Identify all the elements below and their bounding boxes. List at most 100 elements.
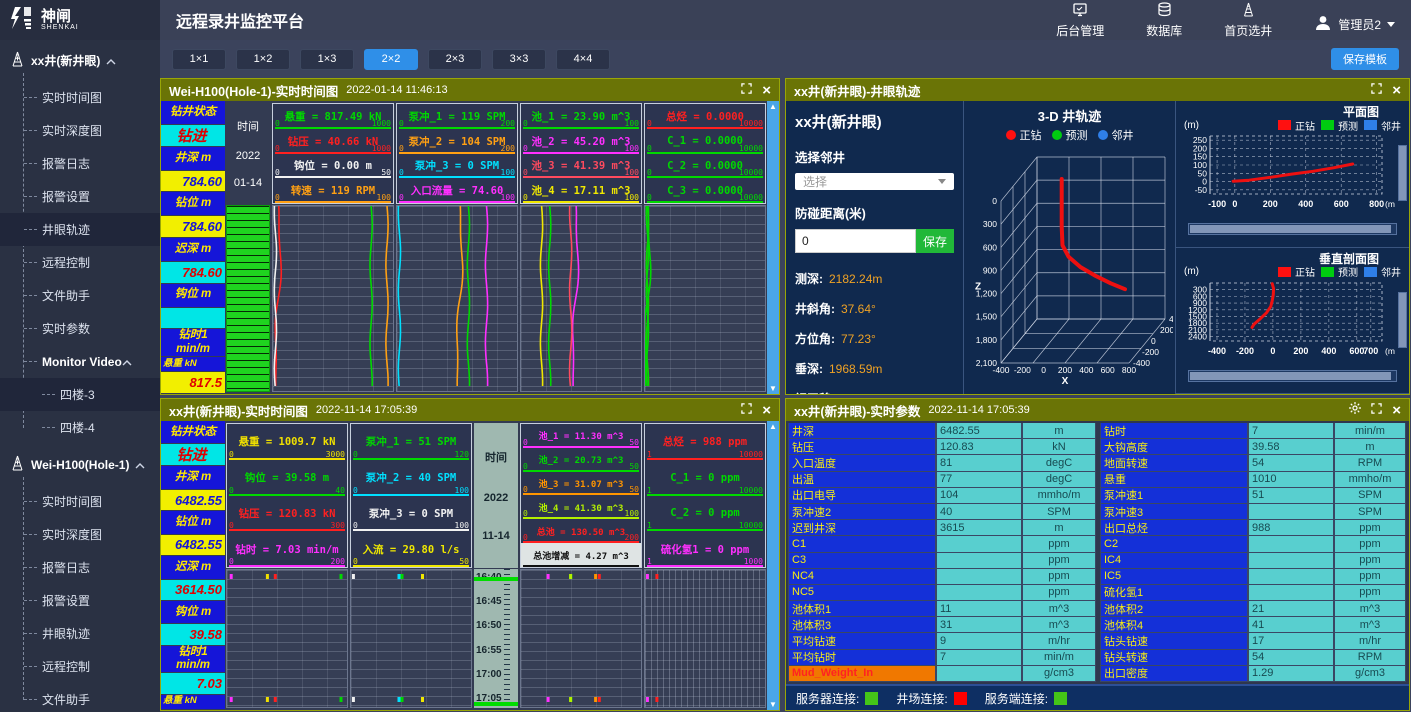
anticollision-distance-input[interactable]: 0 [795, 229, 916, 253]
param-value-cell: 3615 [936, 520, 1022, 536]
app-title: 远程录井监控平台 [176, 8, 304, 32]
param-value-cell [936, 585, 1022, 601]
layout-button-2×3[interactable]: 2×3 [428, 49, 482, 70]
sidebar: xx井(新井眼)实时时间图实时深度图报警日志报警设置井眼轨迹远程控制文件助手实时… [0, 40, 160, 712]
vertical-section-vscrollbar[interactable] [1398, 292, 1407, 348]
sidebar-item[interactable]: 报警日志 [0, 551, 160, 584]
param-label: 钻井状态 [161, 421, 225, 444]
close-icon[interactable]: × [762, 83, 771, 98]
shenkai-logo-icon [8, 5, 34, 36]
gear-icon[interactable] [1349, 401, 1361, 419]
user-menu[interactable]: 管理员2 [1314, 14, 1395, 39]
param-label: 井深 m [161, 466, 225, 489]
well-name: xx井(新井眼) [795, 111, 954, 132]
neighbor-well-label: 选择邻井 [795, 147, 954, 166]
trajectory-stat: 井斜角:37.64° [795, 300, 954, 317]
close-icon[interactable]: × [762, 403, 771, 418]
sidebar-well-1[interactable]: Wei-H100(Hole-1) [0, 444, 160, 485]
nav-home-well-select[interactable]: 首页选井 [1224, 2, 1272, 39]
sidebar-item[interactable]: 报警日志 [0, 147, 160, 180]
save-button[interactable]: 保存 [916, 229, 954, 253]
layout-button-1×2[interactable]: 1×2 [236, 49, 290, 70]
expand-icon[interactable] [1371, 81, 1382, 99]
svg-text:0: 0 [1232, 199, 1237, 209]
sidebar-item[interactable]: Monitor Video [0, 345, 160, 378]
sidebar-item[interactable]: 报警设置 [0, 180, 160, 213]
sidebar-item[interactable]: 实时时间图 [0, 485, 160, 518]
anticollision-distance-label: 防碰距离(米) [795, 203, 954, 222]
sidebar-well-0[interactable]: xx井(新井眼) [0, 40, 160, 81]
stat-label: 方位角: [795, 330, 835, 347]
plan-view-vscrollbar[interactable] [1398, 145, 1407, 201]
svg-text:(m: (m [1385, 346, 1395, 356]
expand-icon[interactable] [741, 401, 752, 419]
param-value-cell [1248, 553, 1334, 569]
y-axis-unit: (m) [1184, 266, 1199, 277]
time-tick-label: 17:00 [476, 669, 502, 680]
sidebar-item-label: 实时时间图 [42, 493, 102, 510]
track-curves [645, 206, 765, 391]
nav-database[interactable]: 数据库 [1146, 2, 1182, 39]
expand-icon[interactable] [1371, 401, 1382, 419]
track-header-2: 0池_1 = 11.30 m^3500池_2 = 20.73 m^3500池_3… [520, 423, 642, 568]
sidebar-item[interactable]: 文件助手 [0, 279, 160, 312]
layout-button-1×1[interactable]: 1×1 [172, 49, 226, 70]
curve-underline [275, 201, 391, 203]
layout-button-2×2[interactable]: 2×2 [364, 49, 418, 70]
chevron-down-icon [938, 179, 946, 184]
activity-column [226, 205, 270, 392]
plan-view-hscrollbar[interactable] [1188, 223, 1397, 235]
curve-reading: 池_1 = 11.30 m^3 [539, 429, 624, 442]
bl-scrollbar[interactable]: ▲▼ [767, 421, 779, 710]
param-name-cell: C2 [1100, 536, 1248, 552]
nav-backend-management[interactable]: 后台管理 [1056, 3, 1104, 39]
param-unit-cell: m/hr [1022, 633, 1096, 649]
legend-item: 正钻 [1278, 118, 1315, 133]
track-body-3 [644, 569, 766, 708]
param-name-cell: 钻时 [1100, 423, 1248, 439]
sidebar-item[interactable]: 实时时间图 [0, 81, 160, 114]
sidebar-item[interactable]: 远程控制 [0, 650, 160, 683]
expand-icon[interactable] [741, 81, 752, 99]
legend-label: 正钻 [1295, 264, 1315, 279]
param-name-cell: 大钩高度 [1100, 439, 1248, 455]
param-value-cell [1248, 569, 1334, 585]
layout-button-1×3[interactable]: 1×3 [300, 49, 354, 70]
derrick-icon [10, 51, 25, 70]
sidebar-item[interactable]: 远程控制 [0, 246, 160, 279]
curve-header: 0C_3 = 0.000010000 [645, 178, 765, 203]
status-indicator [1054, 692, 1067, 705]
layout-button-3×3[interactable]: 3×3 [492, 49, 546, 70]
param-unit-cell: m [1022, 423, 1096, 439]
vertical-section-hscrollbar[interactable] [1188, 370, 1397, 382]
3d-plot-mount: 03006009001,2001,5001,8002,100Z-400-2000… [964, 145, 1175, 394]
param-value-cell: 6482.55 [936, 423, 1022, 439]
sidebar-item-label: 远程控制 [42, 658, 90, 675]
sidebar-item[interactable]: 实时深度图 [0, 114, 160, 147]
param-label: 悬重 kN [161, 695, 225, 710]
sidebar-item[interactable]: 文件助手 [0, 683, 160, 712]
top-bar: 神闸 SHENKAI 远程录井监控平台 后台管理 数据库 首页选井 管理员2 [0, 0, 1411, 40]
track-header-3: 1总烃 = 988 ppm100001C_1 = 0 ppm100001C_2 … [644, 423, 766, 568]
sidebar-item[interactable]: 井眼轨迹 [0, 617, 160, 650]
sidebar-item[interactable]: 四楼-3 [0, 378, 160, 411]
tree-dash [24, 328, 37, 329]
param-unit-cell: mmho/m [1022, 488, 1096, 504]
tree-dash [42, 427, 55, 428]
sidebar-item[interactable]: 实时深度图 [0, 518, 160, 551]
close-icon[interactable]: × [1392, 83, 1401, 98]
param-unit-cell: ppm [1022, 536, 1096, 552]
layout-button-4×4[interactable]: 4×4 [556, 49, 610, 70]
curve-reading: 泵冲_3 = 0 SPM [369, 506, 453, 521]
sidebar-item[interactable]: 报警设置 [0, 584, 160, 617]
tl-scrollbar[interactable]: ▲▼ [767, 101, 779, 394]
neighbor-well-select[interactable]: 选择 [795, 173, 954, 190]
sidebar-item[interactable]: 井眼轨迹 [0, 213, 160, 246]
close-icon[interactable]: × [1392, 403, 1401, 418]
sidebar-item[interactable]: 实时参数 [0, 312, 160, 345]
save-template-button[interactable]: 保存模板 [1331, 48, 1399, 70]
param-label: 悬重 kN [161, 357, 225, 373]
sidebar-item-label: 报警日志 [42, 155, 90, 172]
legend-label: 正钻 [1295, 118, 1315, 133]
sidebar-item[interactable]: 四楼-4 [0, 411, 160, 444]
